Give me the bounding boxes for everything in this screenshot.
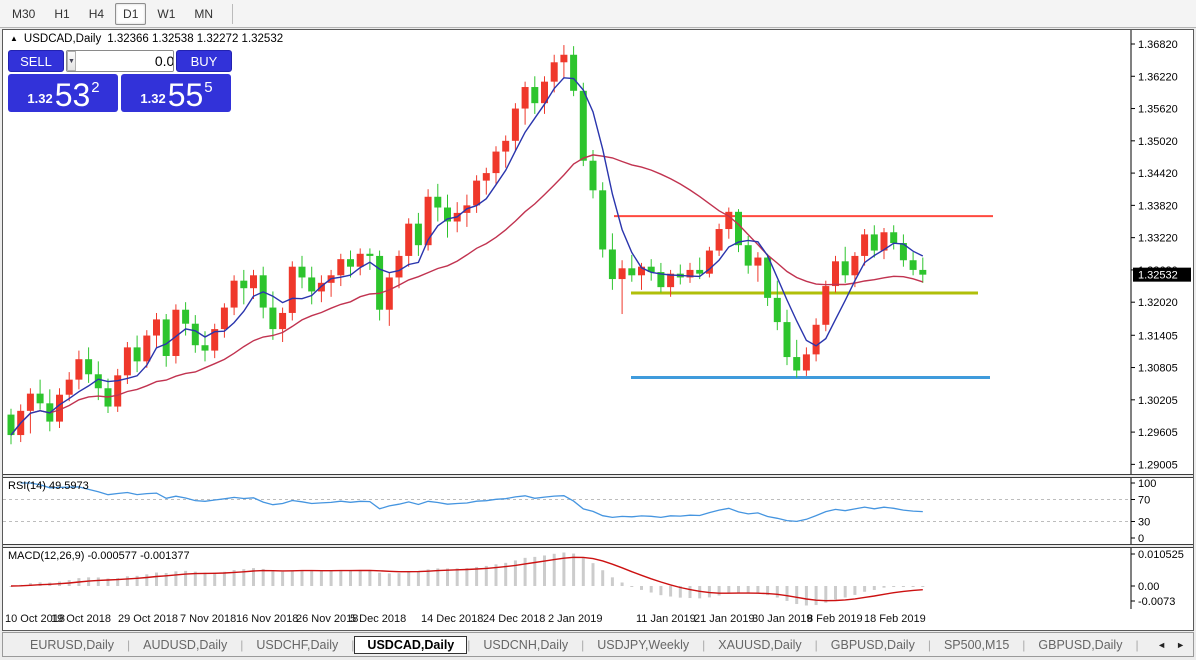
chart-ohlc-quotes: 1.32366 1.32538 1.32272 1.32532 (107, 33, 284, 45)
timeframe-button-W1[interactable]: W1 (149, 3, 183, 25)
date-axis-label: 8 Feb 2019 (807, 613, 863, 625)
sell-price-box[interactable]: 1.32 53 2 (8, 74, 118, 112)
rsi-panel: RSI(14) 49.5973 100 70 30 0 (3, 478, 1193, 544)
bottom-tab-USDCHF-Daily[interactable]: USDCHF,Daily (243, 636, 351, 654)
date-axis-label: 29 Oct 2018 (118, 613, 178, 625)
lot-decrease-icon[interactable]: ▼ (67, 51, 76, 71)
timeframe-button-H1[interactable]: H1 (46, 3, 77, 25)
toolbar-separator (232, 3, 234, 24)
buy-price-box[interactable]: 1.32 55 5 (121, 74, 231, 112)
bottom-tab-AUDUSD-Daily[interactable]: AUDUSD,Daily (130, 636, 240, 654)
date-axis-label: 2 Jan 2019 (548, 613, 603, 625)
macd-axis-label: 0.010525 (1138, 549, 1184, 561)
collapse-triangle-icon[interactable]: ▲ (10, 34, 18, 43)
tab-scroll-left-icon[interactable]: ◄ (1157, 640, 1166, 650)
price-axis-label: 1.30205 (1138, 395, 1178, 407)
date-axis-label: 30 Jan 2019 (752, 613, 813, 625)
sell-price-pip: 2 (91, 79, 100, 96)
bottom-tab-EURUSD-Daily[interactable]: EURUSD,Daily (17, 636, 127, 654)
price-axis-label: 1.36220 (1138, 71, 1178, 83)
one-click-trade-panel: SELL ▼ ▲ BUY 1.32 53 2 1.32 55 5 (8, 50, 232, 112)
bottom-tab-GBPUSD-Daily[interactable]: GBPUSD,Daily (1025, 636, 1135, 654)
price-axis-label: 1.29605 (1138, 427, 1178, 439)
price-axis-label: 1.32020 (1138, 297, 1178, 309)
macd-axis-label: 0.00 (1138, 581, 1159, 593)
chart-window: ▲ USDCAD,Daily 1.32366 1.32538 1.32272 1… (2, 29, 1194, 631)
date-axis-label: 14 Dec 2018 (421, 613, 484, 625)
timeframe-button-M30[interactable]: M30 (4, 3, 43, 25)
bottom-tab-USDCNH-Daily[interactable]: USDCNH,Daily (470, 636, 581, 654)
chart-title: ▲ USDCAD,Daily 1.32366 1.32538 1.32272 1… (10, 33, 283, 45)
date-axis-label: 19 Oct 2018 (51, 613, 111, 625)
macd-label: MACD(12,26,9) -0.000577 -0.001377 (8, 550, 190, 562)
macd-panel: MACD(12,26,9) -0.000577 -0.001377 0.0105… (3, 548, 1193, 609)
bottom-tab-GBPUSD-Daily[interactable]: GBPUSD,Daily (818, 636, 928, 654)
time-axis: 10 Oct 2018 19 Oct 2018 29 Oct 2018 7 Nov 2… (3, 610, 1193, 630)
date-axis-label: 16 Nov 2018 (236, 613, 299, 625)
buy-price-pip: 5 (204, 79, 213, 96)
tab-scroll-right-icon[interactable]: ► (1176, 640, 1185, 650)
price-axis-label: 1.33820 (1138, 200, 1178, 212)
chart-symbol-label: USDCAD,Daily (23, 33, 102, 45)
buy-price-prefix: 1.32 (140, 91, 166, 106)
rsi-axis-label: 100 (1138, 478, 1156, 490)
price-axis-label: 1.31405 (1138, 330, 1178, 342)
timeframe-button-H4[interactable]: H4 (81, 3, 112, 25)
price-axis-label: 1.36820 (1138, 39, 1178, 51)
sell-price-prefix: 1.32 (27, 91, 53, 106)
rsi-axis-label: 0 (1138, 533, 1144, 544)
price-axis-label: 1.30805 (1138, 363, 1178, 375)
date-axis-label: 21 Jan 2019 (694, 613, 755, 625)
date-axis-label: 11 Jan 2019 (636, 613, 696, 625)
timeframe-toolbar: M30 H1 H4 D1 W1 MN (0, 0, 1196, 28)
sell-price-main: 53 (54, 77, 91, 113)
date-axis-label: 18 Feb 2019 (864, 613, 926, 625)
timeframe-button-D1[interactable]: D1 (115, 2, 147, 25)
lot-stepper: ▼ ▲ (66, 50, 174, 72)
date-axis-label: 7 Nov 2018 (180, 613, 237, 625)
rsi-label: RSI(14) 49.5973 (8, 480, 89, 492)
bottom-tab-XAUUSD-Daily[interactable]: XAUUSD,Daily (705, 636, 814, 654)
macd-axis-label: -0.0073 (1138, 596, 1175, 608)
date-axis-label: 24 Dec 2018 (483, 613, 546, 625)
rsi-axis-label: 30 (1138, 517, 1150, 529)
price-axis-label: 1.35020 (1138, 136, 1178, 148)
bottom-tab-USDJPY-Weekly[interactable]: USDJPY,Weekly (584, 636, 702, 654)
timeframe-button-MN[interactable]: MN (186, 3, 221, 25)
price-axis-label: 1.35620 (1138, 104, 1178, 116)
date-axis-label: 5 Dec 2018 (350, 613, 407, 625)
bottom-tab-SP500-M15[interactable]: SP500,M15 (931, 636, 1022, 654)
bottom-tab-USDCAD-Daily[interactable]: USDCAD,Daily (354, 635, 468, 654)
price-axis-label: 1.29005 (1138, 459, 1178, 471)
sell-button[interactable]: SELL (8, 50, 64, 72)
buy-button[interactable]: BUY (176, 50, 232, 72)
price-axis-label: 1.33220 (1138, 233, 1178, 245)
tab-scroll-controls: ◄ ► (1149, 633, 1193, 656)
rsi-axis-label: 70 (1138, 495, 1150, 507)
rsi-canvas[interactable]: 100 70 30 0 (3, 478, 1193, 544)
buy-price-main: 55 (167, 77, 204, 113)
symbol-tab-bar: EURUSD,Daily | AUDUSD,Daily | USDCHF,Daily | U… (2, 632, 1194, 657)
lot-size-input[interactable] (75, 51, 173, 71)
current-price-value: 1.32532 (1138, 270, 1178, 282)
price-axis-label: 1.34420 (1138, 168, 1178, 180)
